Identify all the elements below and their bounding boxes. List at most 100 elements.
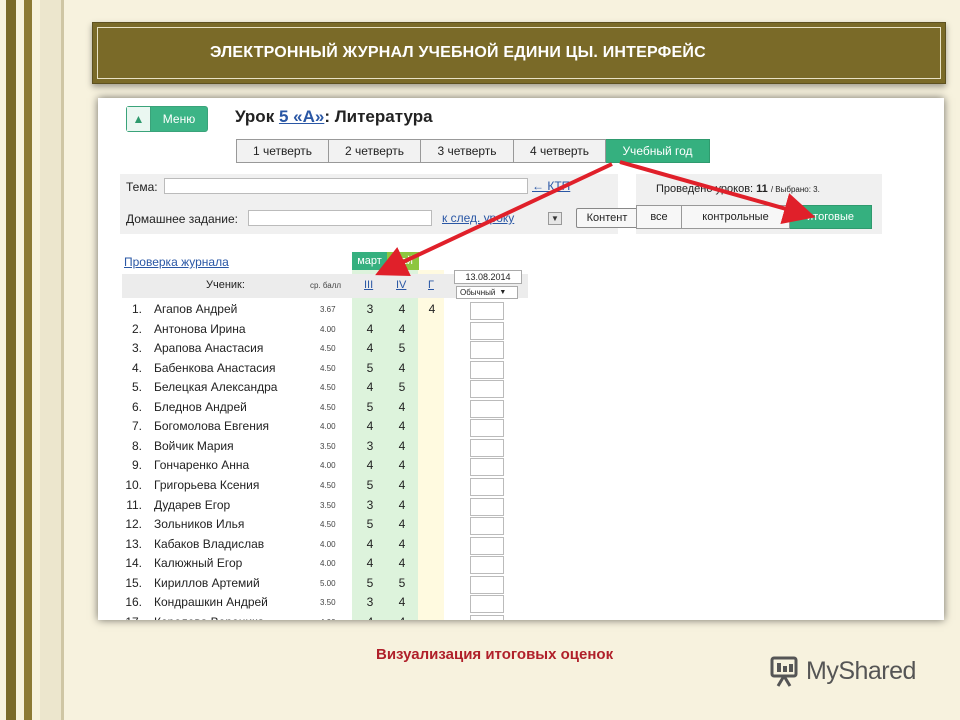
grade-input-cell[interactable] — [470, 556, 504, 575]
tab-school-year[interactable]: Учебный год — [606, 139, 710, 163]
filter-all[interactable]: все — [636, 205, 682, 229]
topic-input[interactable] — [164, 178, 528, 194]
grade-quarter-4: 4 — [396, 615, 408, 620]
grade-input-cell[interactable] — [470, 536, 504, 555]
header-quarter-4[interactable]: IV — [396, 279, 406, 291]
row-number: 6. — [131, 399, 142, 414]
row-number: 14. — [125, 556, 142, 571]
grade-input-cell[interactable] — [470, 360, 504, 379]
row-number: 5. — [131, 380, 142, 395]
header-student: Ученик: — [206, 279, 245, 291]
tab-quarter-4[interactable]: 4 четверть — [514, 139, 606, 163]
decor-stripe — [40, 0, 64, 720]
grade-quarter-4: 4 — [398, 419, 406, 434]
grade-input-cell[interactable] — [470, 477, 504, 496]
lesson-prefix: Урок — [235, 107, 275, 126]
average-grade: 3.50 — [320, 598, 336, 608]
myshared-logo: MyShared — [768, 654, 916, 688]
table-row: 1. Агапов Андрей 3.67 3 4 4 — [98, 302, 538, 322]
grade-input-cell[interactable] — [470, 399, 504, 418]
table-row: 9. Гончаренко Анна 4.00 4 4 — [98, 458, 538, 478]
grade-quarter-3: 4 — [366, 341, 374, 356]
row-number: 2. — [131, 321, 142, 336]
table-row: 2. Антонова Ирина 4.00 4 4 — [98, 321, 538, 342]
ktp-link[interactable]: ← КТП — [532, 179, 570, 193]
student-name: Бледнов Андрей — [154, 399, 247, 414]
grade-input-cell[interactable] — [470, 380, 504, 399]
header-quarter-3[interactable]: III — [364, 279, 373, 291]
table-row: 14. Калюжный Егор 4.00 4 4 — [98, 556, 538, 576]
logo-icon — [768, 654, 800, 688]
row-number: 4. — [131, 360, 142, 375]
grade-quarter-4: 4 — [398, 536, 406, 551]
table-row: 6. Бледнов Андрей 4.50 5 4 — [98, 399, 538, 420]
row-number: 17. — [114, 615, 142, 620]
header-avg: ср. балл — [310, 281, 342, 290]
grade-input-cell[interactable] — [470, 575, 504, 594]
table-row: 15. Кириллов Артемий 5.00 5 5 — [98, 575, 538, 596]
lesson-subject: : Литература — [324, 107, 433, 126]
quarter-tabs: 1 четверть 2 четверть 3 четверть 4 четве… — [236, 139, 710, 163]
month-may: май — [387, 252, 419, 270]
grade-input-cell[interactable] — [470, 614, 504, 620]
menu-button-label: Меню — [162, 112, 196, 126]
next-lesson-link[interactable]: к след. уроку — [442, 211, 514, 225]
table-row: 8. Войчик Мария 3.50 3 4 — [98, 438, 538, 459]
journal-screenshot: ▲ Меню Урок 5 «А»: Литература 1 четверть… — [98, 98, 944, 620]
content-button[interactable]: Контент — [576, 208, 638, 228]
grade-input-cell[interactable] — [470, 321, 504, 340]
grade-quarter-4: 4 — [398, 458, 406, 473]
filter-tests[interactable]: контрольные — [682, 205, 790, 229]
grade-quarter-3: 4 — [366, 556, 374, 571]
journal-check-link[interactable]: Проверка журнала — [124, 255, 229, 269]
grade-input-cell[interactable] — [470, 595, 504, 614]
student-name: Богомолова Евгения — [154, 419, 270, 434]
grade-input-cell[interactable] — [470, 517, 504, 536]
student-name: Гончаренко Анна — [154, 458, 250, 473]
average-grade: 4.00 — [320, 324, 336, 334]
header-year[interactable]: Г — [428, 279, 434, 291]
filter-final[interactable]: итоговые — [790, 205, 872, 229]
homework-input[interactable] — [248, 210, 432, 226]
average-grade: 4.00 — [320, 461, 336, 471]
tab-quarter-1[interactable]: 1 четверть — [236, 139, 329, 163]
chevron-down-icon: ▼ — [499, 289, 507, 296]
average-grade: 4.00 — [320, 539, 336, 549]
grade-quarter-4: 4 — [398, 497, 406, 512]
grade-quarter-4: 5 — [398, 575, 406, 590]
average-grade: 4.50 — [320, 344, 336, 354]
average-grade: 4.00 — [320, 559, 336, 569]
grade-input-cell[interactable] — [470, 302, 504, 320]
tab-quarter-3[interactable]: 3 четверть — [421, 139, 514, 163]
table-row: 5. Белецкая Александра 4.50 4 5 — [98, 380, 538, 400]
student-name: Кириллов Артемий — [154, 575, 260, 590]
grade-input-cell[interactable] — [470, 458, 504, 477]
grade-input-cell[interactable] — [470, 497, 504, 516]
table-row: 17. Королева Вероника 4.00 4 4 — [98, 614, 538, 620]
tab-quarter-2[interactable]: 2 четверть — [329, 139, 421, 163]
grade-quarter-3: 3 — [366, 438, 374, 453]
grade-input-cell[interactable] — [470, 419, 504, 438]
average-grade: 3.50 — [320, 500, 336, 510]
grade-quarter-3: 5 — [366, 575, 374, 590]
lessons-count-text: Проведено уроков: 11 / Выбрано: 3. — [656, 183, 820, 195]
grade-quarter-3: 5 — [366, 477, 374, 492]
average-grade: 4.50 — [320, 480, 336, 490]
grade-input-cell[interactable] — [470, 341, 504, 360]
grade-quarter-4: 4 — [398, 302, 406, 316]
class-link[interactable]: 5 «А» — [279, 107, 324, 126]
arrow-up-icon: ▲ — [127, 107, 151, 131]
grade-quarter-3: 4 — [366, 321, 374, 336]
grade-input-cell[interactable] — [470, 438, 504, 457]
menu-button[interactable]: ▲ Меню — [126, 106, 208, 132]
lesson-type-select[interactable]: Обычный ▼ — [456, 286, 518, 299]
chevron-down-icon[interactable]: ▼ — [548, 212, 562, 225]
grade-quarter-4: 5 — [398, 380, 406, 395]
lesson-date-field[interactable]: 13.08.2014 — [454, 270, 522, 284]
student-name: Калюжный Егор — [154, 556, 243, 571]
decor-stripe — [6, 0, 16, 720]
average-grade: 4.50 — [320, 402, 336, 412]
average-grade: 3.67 — [320, 305, 336, 314]
grade-quarter-4: 4 — [398, 595, 406, 610]
average-grade: 4.00 — [320, 618, 336, 620]
